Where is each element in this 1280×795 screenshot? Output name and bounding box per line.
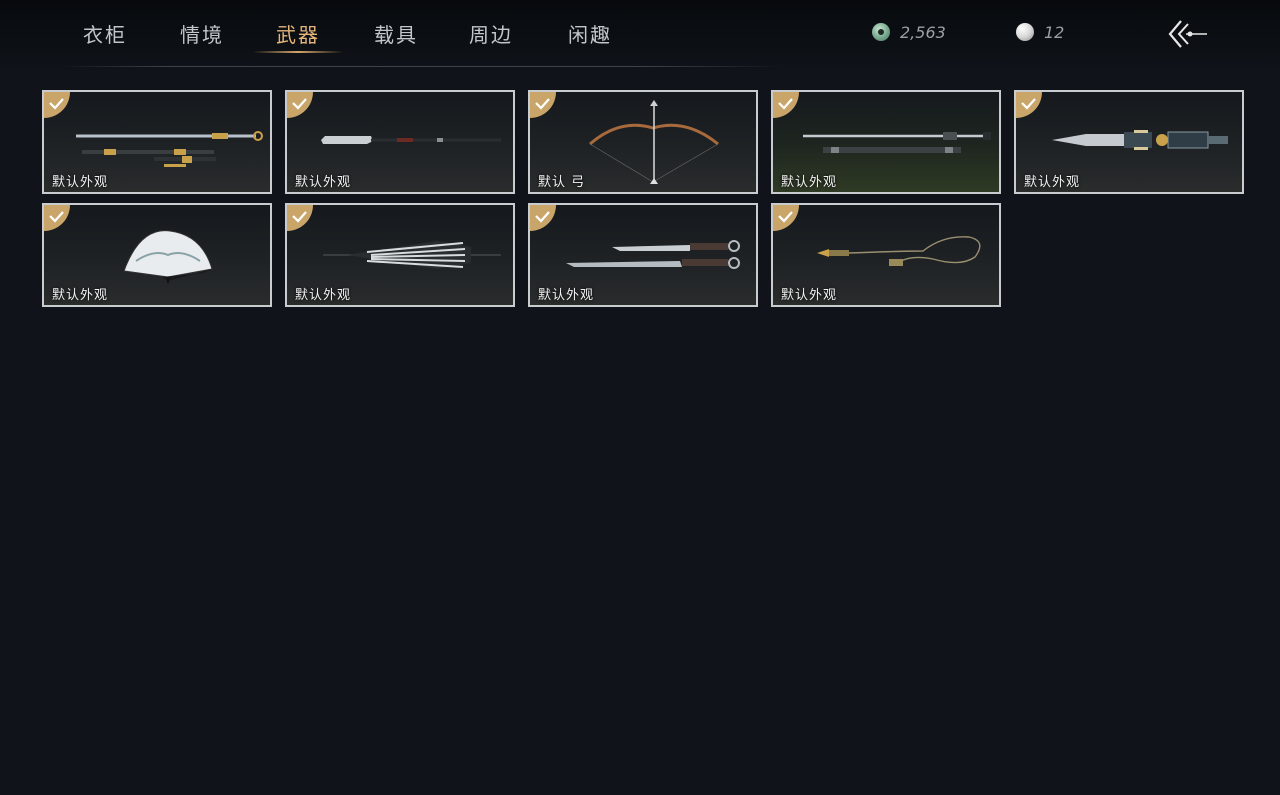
tab-divider: [60, 66, 786, 67]
item-label: 默认外观: [781, 175, 838, 190]
back-button[interactable]: [1166, 18, 1210, 52]
top-bar: 衣柜 情境 武器 载具 周边 闲趣 2,563 12: [0, 0, 1280, 74]
active-tab-indicator: [253, 51, 343, 53]
item-label: 默认外观: [781, 288, 838, 303]
selected-check-icon: [530, 205, 556, 231]
tab-weapons-label: 武器: [276, 23, 320, 47]
weapon-card-umbrella[interactable]: 默认外观: [285, 203, 515, 307]
back-arrow-icon: [1168, 20, 1207, 48]
tab-leisure[interactable]: 闲趣: [545, 16, 635, 52]
selected-check-icon: [1016, 92, 1042, 118]
selected-check-icon: [44, 205, 70, 231]
weapon-card-bow[interactable]: 默认 弓: [528, 90, 758, 194]
item-label: 默认 弓: [538, 175, 586, 190]
weapon-card-twin-swords[interactable]: 默认外观: [771, 90, 1001, 194]
selected-check-icon: [44, 92, 70, 118]
selected-check-icon: [773, 92, 799, 118]
weapon-card-fan[interactable]: 默认外观: [42, 203, 272, 307]
tab-weapons[interactable]: 武器: [253, 16, 343, 53]
tab-scenario[interactable]: 情境: [157, 16, 247, 52]
jade-amount: 2,563: [900, 22, 946, 42]
weapon-card-glaive[interactable]: 默认外观: [285, 90, 515, 194]
pearl-currency: 12: [1016, 20, 1064, 44]
pearl-amount: 12: [1044, 22, 1065, 42]
weapon-card-dual-blades[interactable]: 默认外观: [528, 203, 758, 307]
item-label: 默认外观: [538, 288, 595, 303]
item-label: 默认外观: [52, 288, 109, 303]
item-label: 默认外观: [52, 175, 109, 190]
tab-accessories[interactable]: 周边: [446, 16, 536, 52]
tab-vehicles[interactable]: 载具: [351, 16, 441, 52]
item-label: 默认外观: [295, 288, 352, 303]
jade-coin-icon: [872, 23, 890, 41]
selected-check-icon: [773, 205, 799, 231]
weapon-card-blade-gauntlet[interactable]: 默认外观: [1014, 90, 1244, 194]
selected-check-icon: [287, 92, 313, 118]
selected-check-icon: [530, 92, 556, 118]
jade-currency: 2,563: [872, 20, 946, 44]
weapon-card-rope-dart[interactable]: 默认外观: [771, 203, 1001, 307]
item-label: 默认外观: [295, 175, 352, 190]
tab-wardrobe[interactable]: 衣柜: [60, 16, 150, 52]
pearl-icon: [1016, 23, 1034, 41]
weapon-card-sword[interactable]: 默认外观: [42, 90, 272, 194]
selected-check-icon: [287, 205, 313, 231]
item-label: 默认外观: [1024, 175, 1081, 190]
